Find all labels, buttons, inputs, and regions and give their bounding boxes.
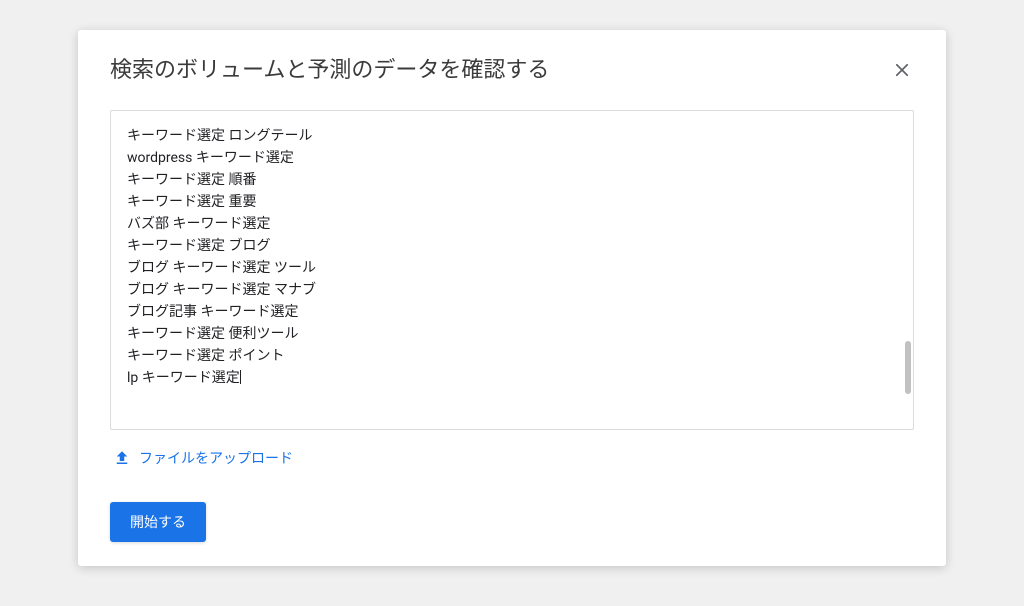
modal-header: 検索のボリュームと予測のデータを確認する (110, 58, 914, 84)
close-button[interactable] (890, 58, 914, 82)
upload-icon (113, 449, 131, 467)
modal-title: 検索のボリュームと予測のデータを確認する (110, 58, 549, 84)
start-button[interactable]: 開始する (110, 502, 206, 542)
keyword-text: キーワード選定 ロングテール wordpress キーワード選定 キーワード選定… (127, 125, 897, 389)
close-icon (893, 61, 911, 79)
upload-file-link[interactable]: ファイルをアップロード (113, 448, 914, 468)
keyword-input-area[interactable]: キーワード選定 ロングテール wordpress キーワード選定 キーワード選定… (110, 110, 914, 430)
modal-footer: 開始する (110, 482, 914, 542)
scrollbar-thumb[interactable] (905, 341, 911, 394)
upload-file-label: ファイルをアップロード (139, 448, 293, 468)
modal-dialog: 検索のボリュームと予測のデータを確認する キーワード選定 ロングテール word… (78, 30, 946, 566)
text-caret (240, 370, 241, 384)
